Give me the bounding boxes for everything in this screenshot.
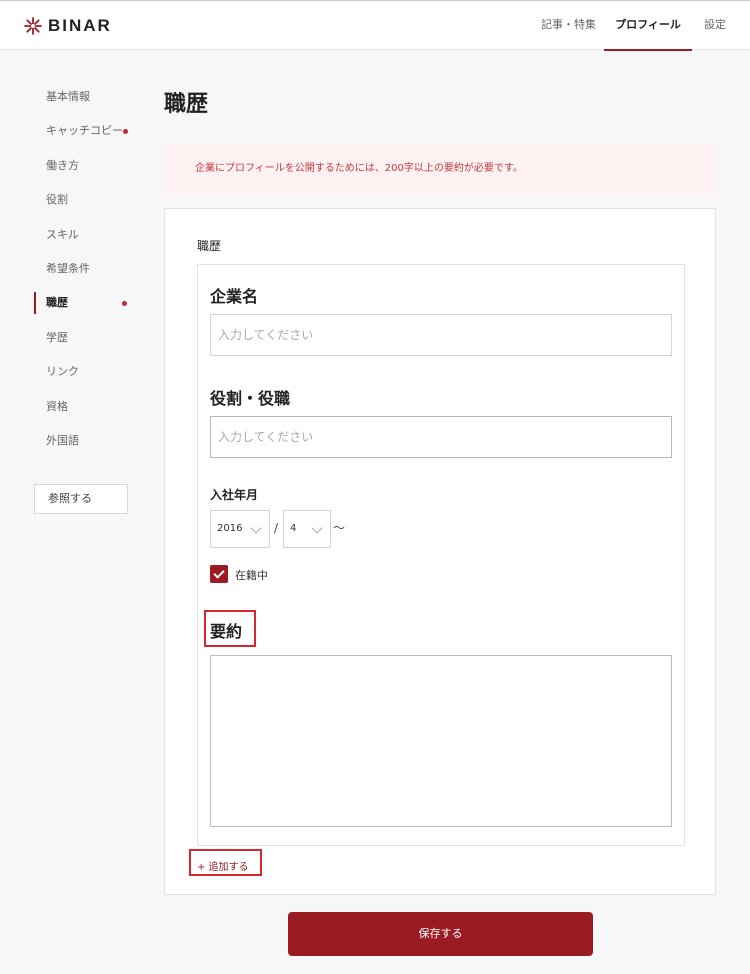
sidebar-item-certifications[interactable]: 資格 <box>34 390 144 424</box>
sidebar-item-label: キャッチコピー <box>46 124 123 138</box>
sidebar-item-label: 資格 <box>46 399 68 413</box>
role-input[interactable] <box>210 416 672 458</box>
join-date-label: 入社年月 <box>210 488 259 502</box>
logo-text: BINAR <box>48 16 112 35</box>
nav-articles[interactable]: 記事・特集 <box>541 1 596 50</box>
sidebar-item-catchcopy[interactable]: キャッチコピー <box>34 114 144 148</box>
work-history-entry: 企業名 役割・役職 入社年月 2016 / 4 〜 在籍中 要約 <box>197 264 685 846</box>
sidebar-item-label: 職歴 <box>46 296 68 310</box>
sidebar-item-work-history[interactable]: 職歴 <box>34 286 144 320</box>
role-label: 役割・役職 <box>210 389 291 408</box>
sidebar-item-label: 基本情報 <box>46 90 90 103</box>
summary-textarea[interactable] <box>210 655 672 827</box>
work-history-card: 職歴 企業名 役割・役職 入社年月 2016 / 4 〜 在籍中 要約 + 追加… <box>164 208 716 895</box>
app-header: BINAR 記事・特集 プロフィール 設定 <box>0 0 750 51</box>
summary-label: 要約 <box>210 622 243 641</box>
nav-profile[interactable]: プロフィール <box>604 1 692 51</box>
month-value: 4 <box>290 523 297 534</box>
sidebar-item-label: スキル <box>46 227 79 241</box>
sidebar-item-links[interactable]: リンク <box>34 355 144 389</box>
summary-requirement-notice: 企業にプロフィールを公開するためには、200字以上の要約が必要です。 <box>164 144 716 194</box>
chevron-down-icon <box>311 522 323 534</box>
sidebar-item-label: 働き方 <box>46 158 79 172</box>
sidebar-item-education[interactable]: 学歴 <box>34 321 144 355</box>
year-value: 2016 <box>217 523 243 534</box>
currently-employed-checkbox[interactable] <box>210 565 228 583</box>
sidebar-item-label: リンク <box>46 365 79 379</box>
sidebar-item-label: 学歴 <box>46 330 68 344</box>
add-entry-link[interactable]: + 追加する <box>197 858 249 873</box>
sidebar-item-role[interactable]: 役割 <box>34 183 144 217</box>
month-select[interactable]: 4 <box>283 510 331 548</box>
sidebar-item-work-style[interactable]: 働き方 <box>34 149 144 183</box>
date-separator: / <box>274 521 279 535</box>
incomplete-dot-icon <box>122 301 127 307</box>
sidebar-item-basic-info[interactable]: 基本情報 <box>34 80 144 114</box>
sidebar-item-label: 希望条件 <box>46 261 90 275</box>
sidebar-item-label: 役割 <box>46 193 68 207</box>
sidebar-item-skills[interactable]: スキル <box>34 218 144 252</box>
profile-sidebar: 基本情報 キャッチコピー 働き方 役割 スキル 希望条件 職歴 学歴 リンク 資… <box>34 80 144 458</box>
card-title: 職歴 <box>197 239 222 253</box>
sidebar-item-preferences[interactable]: 希望条件 <box>34 252 144 286</box>
binar-logo-icon <box>24 17 42 35</box>
year-select[interactable]: 2016 <box>210 510 270 548</box>
nav-settings[interactable]: 設定 <box>704 1 726 50</box>
binar-logo[interactable]: BINAR <box>24 15 112 37</box>
reference-button[interactable]: 参照する <box>34 484 128 514</box>
range-mark: 〜 <box>333 521 346 535</box>
sidebar-item-languages[interactable]: 外国語 <box>34 424 144 458</box>
currently-employed-label: 在籍中 <box>235 569 268 582</box>
company-input[interactable] <box>210 314 672 356</box>
save-button[interactable]: 保存する <box>288 912 593 956</box>
company-label: 企業名 <box>210 287 259 306</box>
incomplete-dot-icon <box>123 129 128 135</box>
sidebar-item-label: 外国語 <box>46 433 79 447</box>
chevron-down-icon <box>250 522 262 534</box>
page-title: 職歴 <box>164 92 209 117</box>
